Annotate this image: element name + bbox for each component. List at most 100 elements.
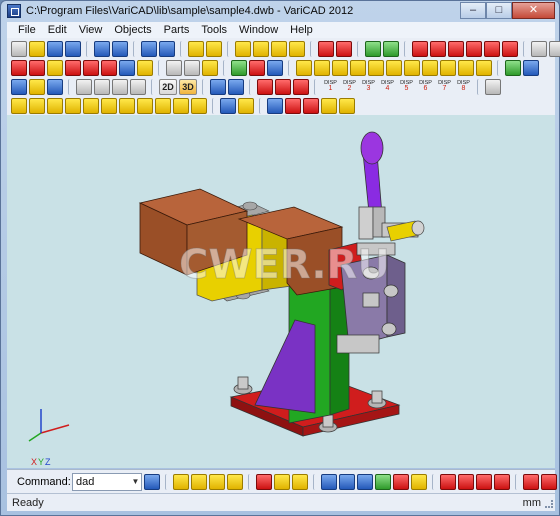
sphere-icon[interactable] bbox=[83, 97, 99, 114]
menu-window[interactable]: Window bbox=[233, 24, 284, 36]
coordinate-icon[interactable] bbox=[210, 78, 226, 95]
select-icon[interactable] bbox=[267, 97, 283, 114]
display-8-button[interactable]: DISP 8 bbox=[455, 79, 472, 95]
mirror-solid-icon[interactable] bbox=[339, 97, 355, 114]
display-4-button[interactable]: DISP 4 bbox=[379, 79, 396, 95]
cylinder-icon[interactable] bbox=[29, 97, 45, 114]
zoom-window-icon[interactable] bbox=[531, 40, 547, 57]
move-solid-icon[interactable] bbox=[303, 97, 319, 114]
new-file-icon[interactable] bbox=[11, 40, 27, 57]
boolean-tree-icon[interactable] bbox=[318, 40, 334, 57]
sheet-bend-icon[interactable] bbox=[274, 474, 290, 490]
menu-edit[interactable]: Edit bbox=[42, 24, 73, 36]
check-icon[interactable] bbox=[505, 59, 521, 76]
box-solid-icon[interactable] bbox=[188, 40, 204, 57]
measure-icon[interactable] bbox=[137, 59, 153, 76]
rotate-view-icon[interactable] bbox=[47, 78, 63, 95]
sheet-icon[interactable] bbox=[256, 474, 272, 490]
solid-shade-icon[interactable] bbox=[202, 59, 218, 76]
minimize-button[interactable]: – bbox=[460, 2, 486, 19]
history-icon[interactable] bbox=[144, 474, 160, 490]
section-icon[interactable] bbox=[440, 474, 456, 490]
cylinder-solid-icon[interactable] bbox=[235, 40, 251, 57]
bolt-icon[interactable] bbox=[296, 59, 312, 76]
menu-objects[interactable]: Objects bbox=[108, 24, 157, 36]
cube-add-icon[interactable] bbox=[430, 40, 446, 57]
solid-wedge-icon[interactable] bbox=[191, 474, 207, 490]
insert-solid-icon[interactable] bbox=[206, 40, 222, 57]
zoom-all-icon[interactable] bbox=[549, 40, 560, 57]
cut-solid-icon[interactable] bbox=[285, 97, 301, 114]
view-front-icon[interactable] bbox=[257, 78, 273, 95]
box-wire-icon[interactable] bbox=[184, 59, 200, 76]
percent-icon[interactable] bbox=[249, 59, 265, 76]
varicad-app-icon[interactable] bbox=[7, 4, 21, 18]
view-side-icon[interactable] bbox=[275, 78, 291, 95]
display-2-button[interactable]: DISP 2 bbox=[341, 79, 358, 95]
seal-icon[interactable] bbox=[476, 59, 492, 76]
3d-viewport[interactable]: CWER.RU X Y Z bbox=[7, 115, 555, 468]
cube-red-icon[interactable] bbox=[412, 40, 428, 57]
scissors-icon[interactable] bbox=[11, 59, 27, 76]
save-icon[interactable] bbox=[47, 40, 63, 57]
menu-tools[interactable]: Tools bbox=[195, 24, 233, 36]
mode-3d-button[interactable]: 3D bbox=[179, 78, 197, 95]
move-icon[interactable] bbox=[383, 40, 399, 57]
display-5-button[interactable]: DISP 5 bbox=[398, 79, 415, 95]
view-top-icon[interactable] bbox=[293, 78, 309, 95]
boolean-join-icon[interactable] bbox=[238, 97, 254, 114]
extend-icon[interactable] bbox=[83, 59, 99, 76]
torus-icon[interactable] bbox=[101, 97, 117, 114]
mass-icon[interactable] bbox=[411, 474, 427, 490]
menu-view[interactable]: View bbox=[73, 24, 109, 36]
zoom-previous-icon[interactable] bbox=[130, 78, 146, 95]
render-icon[interactable] bbox=[523, 474, 539, 490]
export-icon[interactable] bbox=[523, 59, 539, 76]
check-constraint-icon[interactable] bbox=[375, 474, 391, 490]
connect-icon[interactable] bbox=[357, 474, 373, 490]
align-solid-icon[interactable] bbox=[321, 97, 337, 114]
section-3-icon[interactable] bbox=[476, 474, 492, 490]
camera-icon[interactable] bbox=[29, 78, 45, 95]
table-icon[interactable] bbox=[267, 59, 283, 76]
cube-cut-icon[interactable] bbox=[484, 40, 500, 57]
menu-help[interactable]: Help bbox=[284, 24, 319, 36]
command-dropdown-arrow[interactable]: ▼ bbox=[130, 474, 141, 490]
spring-icon[interactable] bbox=[386, 59, 402, 76]
pan-icon[interactable] bbox=[11, 78, 27, 95]
display-1-button[interactable]: DISP 1 bbox=[322, 79, 339, 95]
axes-icon[interactable] bbox=[228, 78, 244, 95]
transform-icon[interactable] bbox=[365, 40, 381, 57]
bearing-icon[interactable] bbox=[368, 59, 384, 76]
solid-l-icon[interactable] bbox=[209, 474, 225, 490]
pulley-icon[interactable] bbox=[440, 59, 456, 76]
half-sphere-icon[interactable] bbox=[191, 97, 207, 114]
link-icon[interactable] bbox=[220, 97, 236, 114]
key-icon[interactable] bbox=[458, 59, 474, 76]
cone-icon[interactable] bbox=[47, 97, 63, 114]
assembly-tree-icon[interactable] bbox=[321, 474, 337, 490]
gear-icon[interactable] bbox=[422, 59, 438, 76]
cube-edit-icon[interactable] bbox=[502, 40, 518, 57]
pin-icon[interactable] bbox=[350, 59, 366, 76]
section-2-icon[interactable] bbox=[458, 474, 474, 490]
elbow-icon[interactable] bbox=[137, 97, 153, 114]
sphere-solid-icon[interactable] bbox=[253, 40, 269, 57]
sheet-unfold-icon[interactable] bbox=[292, 474, 308, 490]
render-settings-icon[interactable] bbox=[541, 474, 557, 490]
trim-icon[interactable] bbox=[65, 59, 81, 76]
cube-subtract-icon[interactable] bbox=[448, 40, 464, 57]
open-folder-icon[interactable] bbox=[29, 40, 45, 57]
collision-icon[interactable] bbox=[393, 474, 409, 490]
pipe-bend-icon[interactable] bbox=[155, 97, 171, 114]
box-outline-icon[interactable] bbox=[166, 59, 182, 76]
save-all-icon[interactable] bbox=[65, 40, 81, 57]
pipe-solid-icon[interactable] bbox=[289, 40, 305, 57]
maximize-button[interactable]: □ bbox=[486, 2, 512, 19]
paste-icon[interactable] bbox=[112, 40, 128, 57]
ellipsoid-icon[interactable] bbox=[119, 97, 135, 114]
redo-icon[interactable] bbox=[159, 40, 175, 57]
break-icon[interactable] bbox=[29, 59, 45, 76]
menu-parts[interactable]: Parts bbox=[158, 24, 196, 36]
cone-solid-icon[interactable] bbox=[271, 40, 287, 57]
